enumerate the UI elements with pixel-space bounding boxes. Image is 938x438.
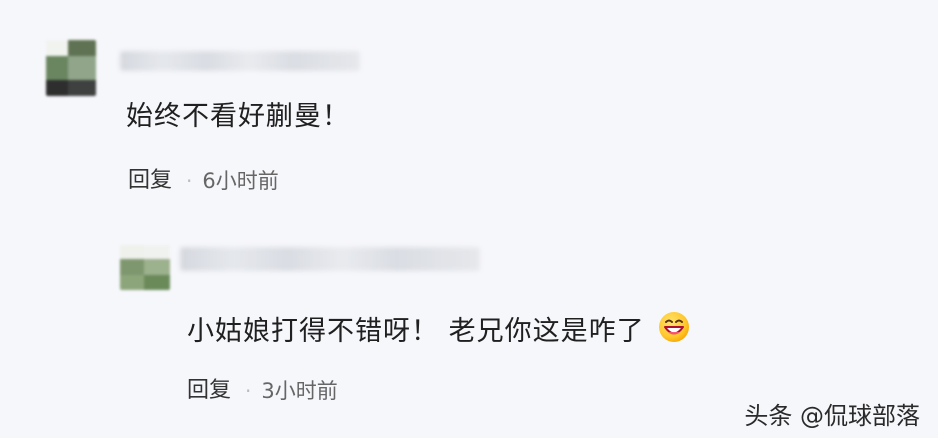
comment-text: 始终不看好蒯曼！ [126,101,350,132]
reply-button[interactable]: 回复 [187,377,231,405]
comment-text: 小姑娘打得不错呀！ 老兄你这是咋了 [187,312,690,353]
comment: 始终不看好蒯曼！ 回复 · 6小时前 [0,0,938,220]
timestamp: 6小时前 [202,169,279,193]
timestamp: 3小时前 [261,379,338,403]
meta-separator: · [186,169,193,193]
avatar[interactable] [120,245,170,290]
comment-text-content: 小姑娘打得不错呀！ 老兄你这是咋了 [187,316,645,347]
username-blurred [180,247,480,271]
comment-meta: 回复 · 6小时前 [128,167,279,195]
meta-separator: · [245,379,252,403]
username-blurred [120,51,360,71]
watermark: 头条 @侃球部落 [744,402,920,430]
reply-button[interactable]: 回复 [128,167,172,195]
avatar[interactable] [46,40,96,96]
laughing-face-icon [658,311,690,352]
comment-meta: 回复 · 3小时前 [187,377,338,405]
